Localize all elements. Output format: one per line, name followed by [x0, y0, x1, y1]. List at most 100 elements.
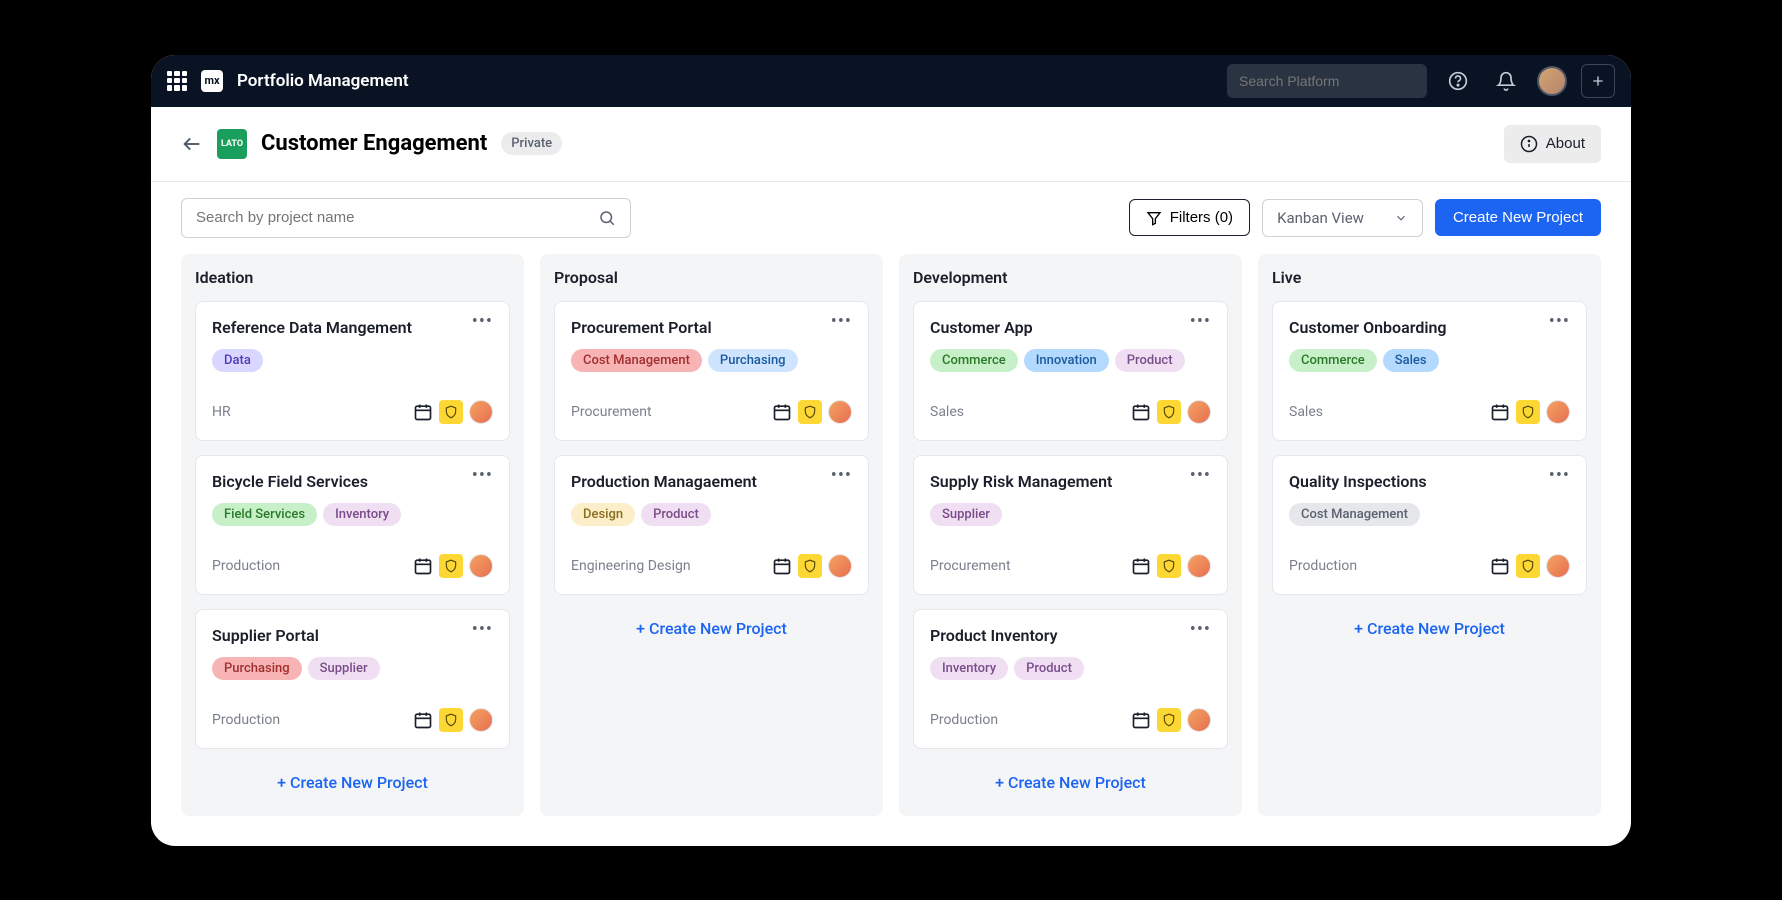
card-department: Sales	[930, 404, 964, 420]
add-project-link[interactable]: + Create New Project	[195, 763, 510, 802]
assignee-avatar[interactable]	[1187, 708, 1211, 732]
tag: Field Services	[212, 503, 317, 526]
project-card[interactable]: Customer App•••CommerceInnovationProduct…	[913, 301, 1228, 441]
card-foot-icons	[413, 554, 493, 578]
about-button[interactable]: About	[1504, 125, 1601, 163]
filters-button[interactable]: Filters (0)	[1129, 199, 1250, 236]
column-title: Development	[913, 268, 1228, 287]
tag: Data	[212, 349, 263, 372]
search-platform[interactable]	[1227, 64, 1427, 98]
card-menu-button[interactable]: •••	[1190, 626, 1211, 634]
card-foot-icons	[1490, 554, 1570, 578]
help-button[interactable]	[1441, 64, 1475, 98]
project-card[interactable]: Bicycle Field Services•••Field ServicesI…	[195, 455, 510, 595]
bell-icon	[1496, 71, 1516, 91]
card-title: Supplier Portal	[212, 626, 319, 645]
card-menu-button[interactable]: •••	[1549, 318, 1570, 326]
tag: Product	[1115, 349, 1185, 372]
card-title: Quality Inspections	[1289, 472, 1427, 491]
assignee-avatar[interactable]	[1546, 400, 1570, 424]
search-project[interactable]	[181, 198, 631, 238]
project-card[interactable]: Quality Inspections•••Cost ManagementPro…	[1272, 455, 1587, 595]
column-title: Ideation	[195, 268, 510, 287]
tag: Inventory	[323, 503, 401, 526]
card-department: Engineering Design	[571, 558, 691, 574]
card-menu-button[interactable]: •••	[1190, 318, 1211, 326]
card-department: Sales	[1289, 404, 1323, 420]
calendar-icon	[1131, 556, 1151, 576]
shield-icon	[798, 554, 822, 578]
card-menu-button[interactable]: •••	[1190, 472, 1211, 480]
project-card[interactable]: Reference Data Mangement•••DataHR	[195, 301, 510, 441]
card-menu-button[interactable]: •••	[472, 318, 493, 326]
card-title: Reference Data Mangement	[212, 318, 412, 337]
assignee-avatar[interactable]	[1187, 400, 1211, 424]
view-select[interactable]: Kanban View	[1262, 199, 1423, 237]
tag: Cost Management	[1289, 503, 1420, 526]
card-department: Production	[930, 712, 998, 728]
project-card[interactable]: Supplier Portal•••PurchasingSupplierProd…	[195, 609, 510, 749]
tag: Supplier	[308, 657, 380, 680]
search-platform-input[interactable]	[1239, 73, 1420, 89]
notifications-button[interactable]	[1489, 64, 1523, 98]
kanban-board: IdeationReference Data Mangement•••DataH…	[151, 254, 1631, 846]
filters-label: Filters (0)	[1170, 209, 1233, 226]
assignee-avatar[interactable]	[1187, 554, 1211, 578]
tag: Inventory	[930, 657, 1008, 680]
card-foot-icons	[1131, 708, 1211, 732]
about-label: About	[1546, 135, 1585, 152]
calendar-icon	[413, 556, 433, 576]
assignee-avatar[interactable]	[469, 708, 493, 732]
user-avatar[interactable]	[1537, 66, 1567, 96]
calendar-icon	[772, 556, 792, 576]
tag: Commerce	[930, 349, 1018, 372]
add-project-link[interactable]: + Create New Project	[913, 763, 1228, 802]
card-menu-button[interactable]: •••	[831, 318, 852, 326]
card-foot-icons	[1131, 554, 1211, 578]
card-department: Production	[212, 558, 280, 574]
tag-list: Cost Management	[1289, 503, 1570, 526]
search-project-input[interactable]	[196, 209, 590, 226]
add-button[interactable]	[1581, 64, 1615, 98]
calendar-icon	[413, 710, 433, 730]
project-card[interactable]: Product Inventory•••InventoryProductProd…	[913, 609, 1228, 749]
project-card[interactable]: Customer Onboarding•••CommerceSalesSales	[1272, 301, 1587, 441]
add-project-link[interactable]: + Create New Project	[554, 609, 869, 648]
assignee-avatar[interactable]	[1546, 554, 1570, 578]
calendar-icon	[772, 402, 792, 422]
tag-list: CommerceSales	[1289, 349, 1570, 372]
calendar-icon	[1490, 402, 1510, 422]
card-foot-icons	[1131, 400, 1211, 424]
assignee-avatar[interactable]	[828, 554, 852, 578]
assignee-avatar[interactable]	[469, 554, 493, 578]
app-window: mx Portfolio Management LATO Customer En…	[151, 55, 1631, 846]
project-card[interactable]: Production Managaement•••DesignProductEn…	[554, 455, 869, 595]
column-title: Proposal	[554, 268, 869, 287]
project-card[interactable]: Procurement Portal•••Cost ManagementPurc…	[554, 301, 869, 441]
kanban-column: LiveCustomer Onboarding•••CommerceSalesS…	[1258, 254, 1601, 816]
card-menu-button[interactable]: •••	[472, 472, 493, 480]
assignee-avatar[interactable]	[828, 400, 852, 424]
shield-icon	[1157, 708, 1181, 732]
card-title: Customer Onboarding	[1289, 318, 1447, 337]
calendar-icon	[413, 402, 433, 422]
project-card[interactable]: Supply Risk Management•••SupplierProcure…	[913, 455, 1228, 595]
card-department: Production	[212, 712, 280, 728]
back-button[interactable]	[181, 133, 203, 155]
assignee-avatar[interactable]	[469, 400, 493, 424]
apps-grid-icon[interactable]	[167, 71, 187, 91]
add-project-link[interactable]: + Create New Project	[1272, 609, 1587, 648]
chevron-down-icon	[1394, 211, 1408, 225]
tag: Sales	[1383, 349, 1439, 372]
card-menu-button[interactable]: •••	[831, 472, 852, 480]
card-foot-icons	[772, 400, 852, 424]
card-foot-icons	[1490, 400, 1570, 424]
shield-icon	[439, 708, 463, 732]
create-project-button[interactable]: Create New Project	[1435, 199, 1601, 236]
card-menu-button[interactable]: •••	[472, 626, 493, 634]
tag-list: Data	[212, 349, 493, 372]
app-logo[interactable]: mx	[201, 70, 223, 92]
kanban-column: DevelopmentCustomer App•••CommerceInnova…	[899, 254, 1242, 816]
card-menu-button[interactable]: •••	[1549, 472, 1570, 480]
portfolio-title: Customer Engagement	[261, 131, 487, 156]
